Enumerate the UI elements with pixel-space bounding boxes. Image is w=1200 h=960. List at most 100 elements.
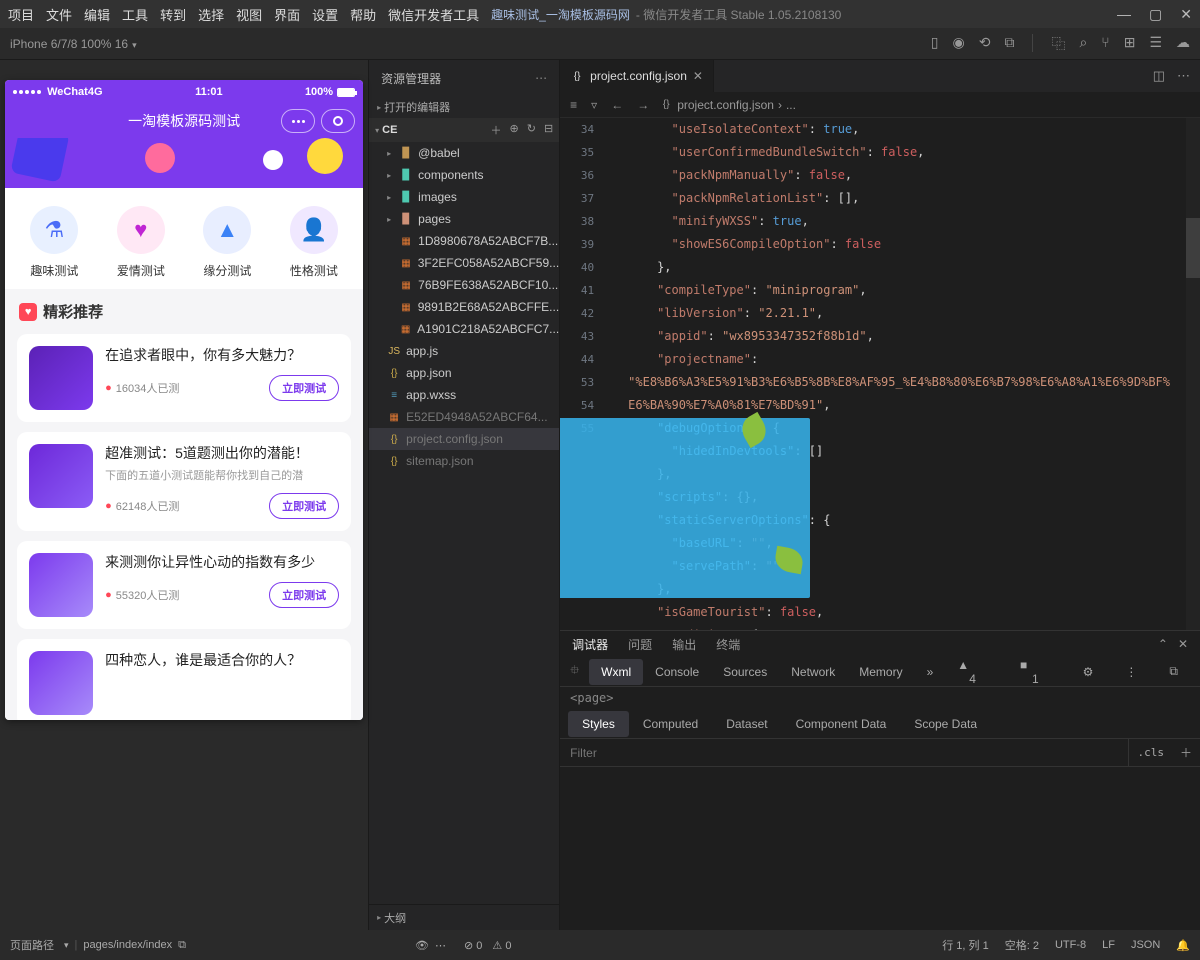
chevron-up-icon[interactable]: ⌃ (1158, 637, 1168, 651)
tree-root[interactable]: ▾CE ＋ ⊕ ↻ ⊟ (369, 118, 559, 142)
category-item[interactable]: ⚗趣味测试 (30, 206, 78, 279)
menu-item[interactable]: 界面 (274, 5, 300, 24)
category-item[interactable]: ▲缘分测试 (203, 206, 251, 279)
folder-node[interactable]: ▸▉pages (369, 208, 559, 230)
folder-node[interactable]: ▸▉images (369, 186, 559, 208)
more-icon[interactable]: ⋯ (535, 71, 547, 85)
devtools-tab[interactable]: 调试器 (572, 636, 608, 653)
folder-node[interactable]: ▸▉components (369, 164, 559, 186)
menu-item[interactable]: 微信开发者工具 (388, 5, 479, 24)
styles-tab[interactable]: Computed (629, 711, 712, 737)
file-node[interactable]: {}project.config.json (369, 428, 559, 450)
cloud-icon[interactable]: ☁ (1176, 34, 1190, 54)
file-node[interactable]: ▦A1901C218A52ABCFC7... (369, 318, 559, 340)
outline-section[interactable]: ▸大纲 (369, 904, 559, 930)
capsule-menu-icon[interactable] (281, 109, 315, 133)
devtools-tab[interactable]: 终端 (716, 636, 740, 653)
cls-toggle[interactable]: .cls (1128, 739, 1172, 766)
new-folder-icon[interactable]: ⊕ (510, 122, 519, 138)
copy-icon[interactable]: ⧉ (178, 939, 186, 952)
eye-icon[interactable]: 👁 (415, 939, 429, 952)
menu-item[interactable]: 设置 (312, 5, 338, 24)
menu-item[interactable]: 选择 (198, 5, 224, 24)
category-item[interactable]: ♥爱情测试 (117, 206, 165, 279)
card-item[interactable]: 超准测试：5道题测出你的潜能！下面的五道小测试题能帮你找到自己的潜●62148人… (17, 432, 351, 531)
file-node[interactable]: ▦1D8980678A52ABCF7B... (369, 230, 559, 252)
file-node[interactable]: JSapp.js (369, 340, 559, 362)
inspector-tab[interactable]: Sources (711, 659, 779, 685)
inspector-tab[interactable]: Wxml (589, 659, 643, 685)
phone-icon[interactable]: ▯ (931, 34, 939, 54)
bell-icon[interactable]: 🔔 (1176, 939, 1190, 952)
more-tabs-icon[interactable]: » (915, 659, 946, 685)
split-icon[interactable]: ◫ (1153, 68, 1165, 84)
cursor-position[interactable]: 行 1, 列 1 (942, 937, 988, 953)
menu-item[interactable]: 项目 (8, 5, 34, 24)
add-style-icon[interactable]: ＋ (1172, 744, 1200, 761)
card-item[interactable]: 来测测你让异性心动的指数有多少●55320人已测立即测试 (17, 541, 351, 629)
ext-icon[interactable]: ⊞ (1124, 34, 1136, 54)
search-icon[interactable]: ⌕ (1079, 34, 1087, 54)
collapse-icon[interactable]: ⊟ (544, 122, 553, 138)
inspect-icon[interactable]: ⯐ (560, 655, 589, 688)
close-icon[interactable]: ✕ (1180, 6, 1192, 23)
bookmark-icon[interactable]: ▿ (591, 98, 597, 112)
dock-icon[interactable]: ⧉ (1157, 658, 1190, 685)
menu-item[interactable]: 工具 (122, 5, 148, 24)
capsule-close-icon[interactable] (321, 109, 355, 133)
list-icon[interactable]: ≡ (570, 98, 577, 112)
file-node[interactable]: ▦9891B2E68A52ABCFFE... (369, 296, 559, 318)
styles-tab[interactable]: Component Data (782, 711, 901, 737)
devtools-tab[interactable]: 输出 (672, 636, 696, 653)
indent[interactable]: 空格: 2 (1005, 937, 1039, 953)
editor-tab[interactable]: {} project.config.json ✕ (560, 60, 714, 92)
record-icon[interactable]: ◉ (953, 34, 965, 54)
file-node[interactable]: ▦3F2EFC058A52ABCF59... (369, 252, 559, 274)
device-selector[interactable]: iPhone 6/7/8 100% 16▾ (0, 37, 137, 51)
file-node[interactable]: ▦E52ED4948A52ABCF64... (369, 406, 559, 428)
minimize-icon[interactable]: — (1117, 6, 1131, 23)
new-file-icon[interactable]: ＋ (491, 122, 502, 138)
menu-item[interactable]: 转到 (160, 5, 186, 24)
menu-item[interactable]: 文件 (46, 5, 72, 24)
kebab-icon[interactable]: ⋮ (1113, 659, 1149, 685)
popout-icon[interactable]: ⧉ (1004, 34, 1014, 54)
inspector-tab[interactable]: Console (643, 659, 711, 685)
category-item[interactable]: 👤性格测试 (290, 206, 338, 279)
breadcrumb[interactable]: {}project.config.json›... (659, 98, 796, 112)
language-mode[interactable]: JSON (1131, 939, 1160, 951)
menu-item[interactable]: 帮助 (350, 5, 376, 24)
tab-close-icon[interactable]: ✕ (693, 69, 703, 83)
open-editors-section[interactable]: ▸打开的编辑器 (369, 96, 559, 118)
test-button[interactable]: 立即测试 (269, 582, 339, 608)
page-path[interactable]: pages/index/index (83, 939, 172, 951)
mute-icon[interactable]: ⟲ (979, 34, 991, 54)
file-node[interactable]: ▦76B9FE638A52ABCF10... (369, 274, 559, 296)
gear-icon[interactable]: ⚙ (1071, 659, 1106, 685)
eol[interactable]: LF (1102, 939, 1115, 951)
test-button[interactable]: 立即测试 (269, 493, 339, 519)
warnings-badge[interactable]: ▲ 4 (945, 652, 1000, 692)
branch-icon[interactable]: ⑂ (1101, 34, 1109, 54)
test-button[interactable]: 立即测试 (269, 375, 339, 401)
panel-icon[interactable]: ☰ (1149, 34, 1162, 54)
styles-tab[interactable]: Scope Data (900, 711, 991, 737)
menu-item[interactable]: 视图 (236, 5, 262, 24)
folder-node[interactable]: ▸▉@babel (369, 142, 559, 164)
errors-count[interactable]: ⊘ 0 (464, 939, 482, 952)
file-node[interactable]: ≡app.wxss (369, 384, 559, 406)
file-node[interactable]: {}app.json (369, 362, 559, 384)
card-item[interactable]: 在追求者眼中，你有多大魅力？●16034人已测立即测试 (17, 334, 351, 422)
styles-tab[interactable]: Dataset (712, 711, 781, 737)
devtools-tab[interactable]: 问题 (628, 636, 652, 653)
devtools-close-icon[interactable]: ✕ (1178, 637, 1188, 651)
more-icon[interactable]: ⋯ (1177, 68, 1190, 84)
info-badge[interactable]: ■ 1 (1008, 652, 1063, 692)
files-icon[interactable]: ⿻ (1051, 34, 1065, 54)
inspector-tab[interactable]: Network (779, 659, 847, 685)
inspector-tab[interactable]: Memory (847, 659, 914, 685)
element-tree[interactable]: <page> (560, 687, 1200, 709)
file-node[interactable]: {}sitemap.json (369, 450, 559, 472)
menu-item[interactable]: 编辑 (84, 5, 110, 24)
minimap[interactable] (1186, 118, 1200, 630)
